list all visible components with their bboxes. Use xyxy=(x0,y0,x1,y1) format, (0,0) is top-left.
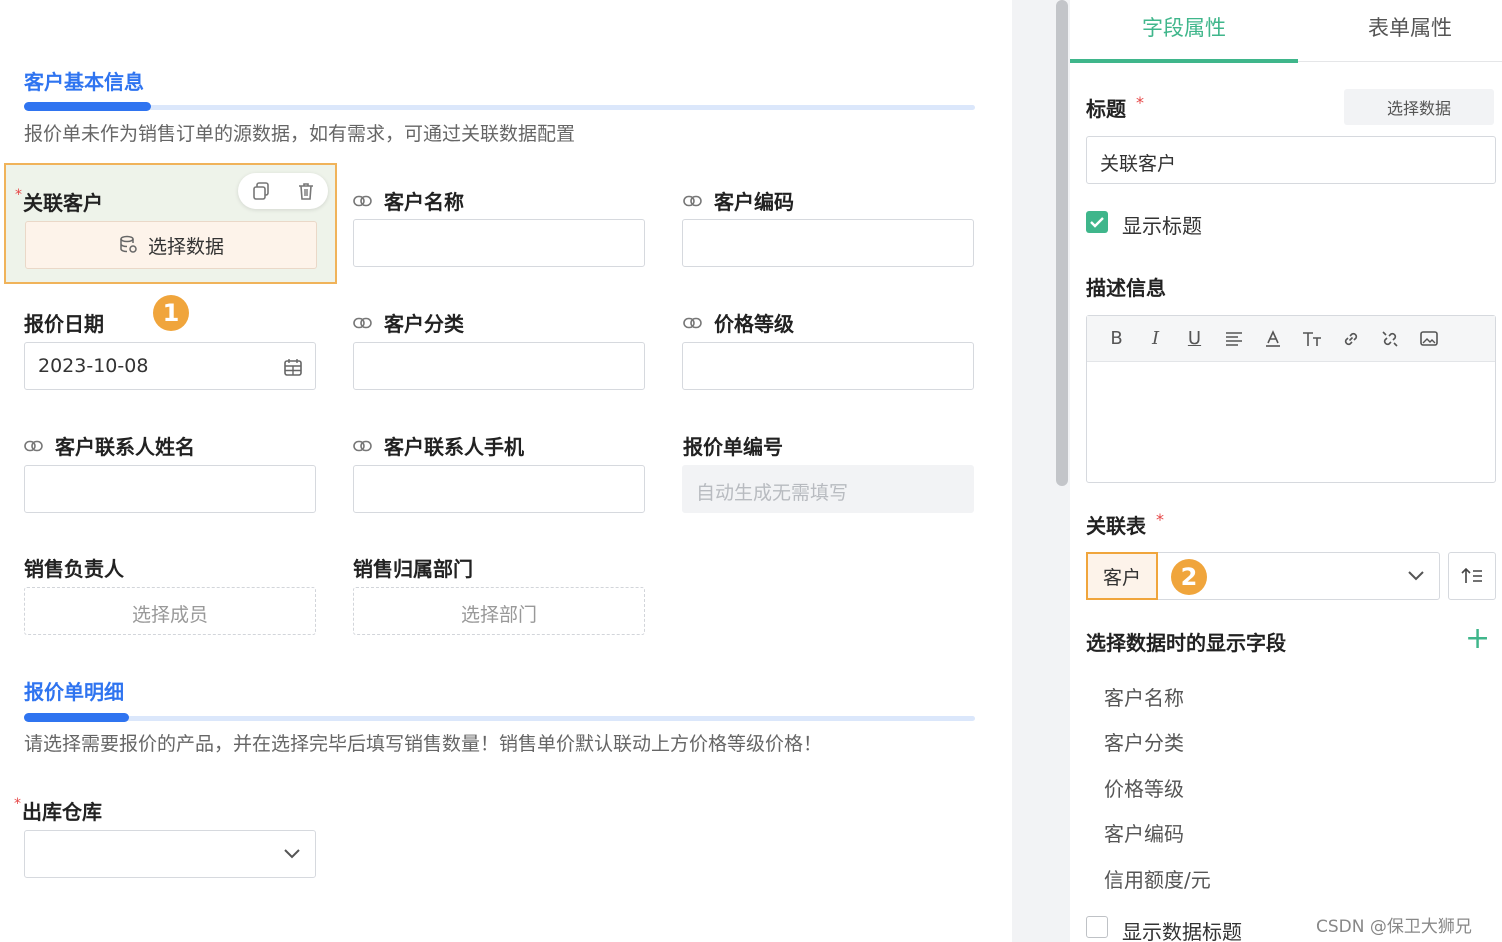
step-badge-2: 2 xyxy=(1171,559,1207,595)
chevron-down-icon xyxy=(284,849,300,859)
customer-name-input[interactable] xyxy=(353,219,645,267)
field-label-customer-name: 客户名称 xyxy=(384,190,464,214)
select-member-button[interactable]: 选择成员 xyxy=(24,587,316,635)
unlink-icon[interactable] xyxy=(1370,324,1409,354)
display-field-item: 价格等级 xyxy=(1104,777,1184,801)
tab-field-properties[interactable]: 字段属性 xyxy=(1142,12,1226,42)
italic-icon[interactable]: I xyxy=(1136,324,1175,354)
calendar-icon[interactable] xyxy=(283,357,303,377)
show-data-title-checkbox[interactable] xyxy=(1086,916,1108,938)
contact-phone-input[interactable] xyxy=(353,465,645,513)
contact-name-input[interactable] xyxy=(24,465,316,513)
customer-category-input[interactable] xyxy=(353,342,645,390)
show-title-label: 显示标题 xyxy=(1122,214,1202,238)
add-field-icon[interactable]: + xyxy=(1465,624,1490,654)
description-editor[interactable]: B I U xyxy=(1086,315,1496,483)
field-toolbar xyxy=(238,173,328,209)
section-divider xyxy=(24,713,975,722)
display-field-item: 客户名称 xyxy=(1104,686,1184,710)
field-label-warehouse: 出库仓库 xyxy=(22,800,102,824)
editor-toolbar: B I U xyxy=(1087,316,1495,362)
field-label-quote-date: 报价日期 xyxy=(24,312,104,336)
link-icon[interactable] xyxy=(1331,324,1370,354)
scrollbar-thumb[interactable] xyxy=(1056,0,1068,486)
section-description: 报价单未作为销售订单的源数据，如有需求，可通过关联数据配置 xyxy=(24,123,576,145)
field-label-sales-owner: 销售负责人 xyxy=(24,557,124,581)
title-input[interactable]: 关联客户 xyxy=(1086,136,1496,184)
field-label-quote-number: 报价单编号 xyxy=(683,435,783,459)
image-icon[interactable] xyxy=(1409,324,1448,354)
field-label-contact-phone: 客户联系人手机 xyxy=(384,435,524,459)
trash-icon[interactable] xyxy=(292,177,320,205)
display-field-item: 信用额度/元 xyxy=(1104,868,1211,892)
selected-field-related-customer[interactable]: * 关联客户 选择数据 xyxy=(4,163,337,284)
field-label-sales-department: 销售归属部门 xyxy=(353,557,473,581)
section-divider xyxy=(24,102,975,111)
font-size-icon[interactable] xyxy=(1292,324,1331,354)
warehouse-select[interactable] xyxy=(24,830,316,878)
copy-icon[interactable] xyxy=(247,177,275,205)
sort-icon xyxy=(1461,567,1482,583)
section-title-basic-info: 客户基本信息 xyxy=(24,70,144,94)
related-table-tag: 客户 xyxy=(1086,552,1158,600)
field-label-customer-code: 客户编码 xyxy=(714,190,794,214)
font-color-icon[interactable] xyxy=(1253,324,1292,354)
related-table-select[interactable]: 客户 2 xyxy=(1086,552,1440,600)
customer-code-input[interactable] xyxy=(682,219,974,267)
properties-panel: 字段属性 表单属性 标题 * 选择数据 关联客户 显示标题 描述信息 B I U … xyxy=(1070,0,1502,942)
select-data-mini-button[interactable]: 选择数据 xyxy=(1344,89,1494,125)
database-icon xyxy=(120,235,137,253)
link-icon xyxy=(353,317,372,329)
related-table-label: 关联表 xyxy=(1086,514,1146,538)
show-title-checkbox[interactable] xyxy=(1086,211,1108,233)
section-description: 请选择需要报价的产品，并在选择完毕后填写销售数量！销售单价默认联动上方价格等级价… xyxy=(24,733,823,755)
title-label: 标题 xyxy=(1086,97,1126,121)
link-icon xyxy=(683,195,702,207)
tab-form-properties[interactable]: 表单属性 xyxy=(1368,12,1452,42)
field-label-price-level: 价格等级 xyxy=(714,312,794,336)
field-label: 关联客户 xyxy=(23,191,103,215)
align-icon[interactable] xyxy=(1214,324,1253,354)
section-title-quote-details: 报价单明细 xyxy=(24,680,124,704)
description-label: 描述信息 xyxy=(1086,276,1166,300)
field-label-customer-category: 客户分类 xyxy=(384,312,464,336)
chevron-down-icon xyxy=(1408,571,1424,581)
link-icon xyxy=(353,195,372,207)
step-badge-1: 1 xyxy=(153,295,189,331)
select-department-button[interactable]: 选择部门 xyxy=(353,587,645,635)
tab-active-indicator xyxy=(1070,59,1298,63)
bold-icon[interactable]: B xyxy=(1097,324,1136,354)
underline-icon[interactable]: U xyxy=(1175,324,1214,354)
link-icon xyxy=(683,317,702,329)
quote-date-value: 2023-10-08 xyxy=(38,355,149,377)
show-data-title-label: 显示数据标题 xyxy=(1122,920,1242,942)
link-icon xyxy=(24,440,43,452)
display-field-item: 客户编码 xyxy=(1104,822,1184,846)
select-data-button[interactable]: 选择数据 xyxy=(25,221,317,269)
display-field-item: 客户分类 xyxy=(1104,731,1184,755)
field-label-contact-name: 客户联系人姓名 xyxy=(55,435,195,459)
quote-number-placeholder: 自动生成无需填写 xyxy=(696,482,849,504)
watermark: CSDN @保卫大狮兄 xyxy=(1316,917,1472,937)
quote-number-input: 自动生成无需填写 xyxy=(682,465,974,513)
price-level-input[interactable] xyxy=(682,342,974,390)
form-canvas: 客户基本信息 报价单未作为销售订单的源数据，如有需求，可通过关联数据配置 * 关… xyxy=(0,0,1012,942)
quote-date-input[interactable]: 2023-10-08 xyxy=(24,342,316,390)
link-icon xyxy=(353,440,372,452)
display-fields-label: 选择数据时的显示字段 xyxy=(1086,631,1286,655)
sort-button[interactable] xyxy=(1448,552,1496,600)
